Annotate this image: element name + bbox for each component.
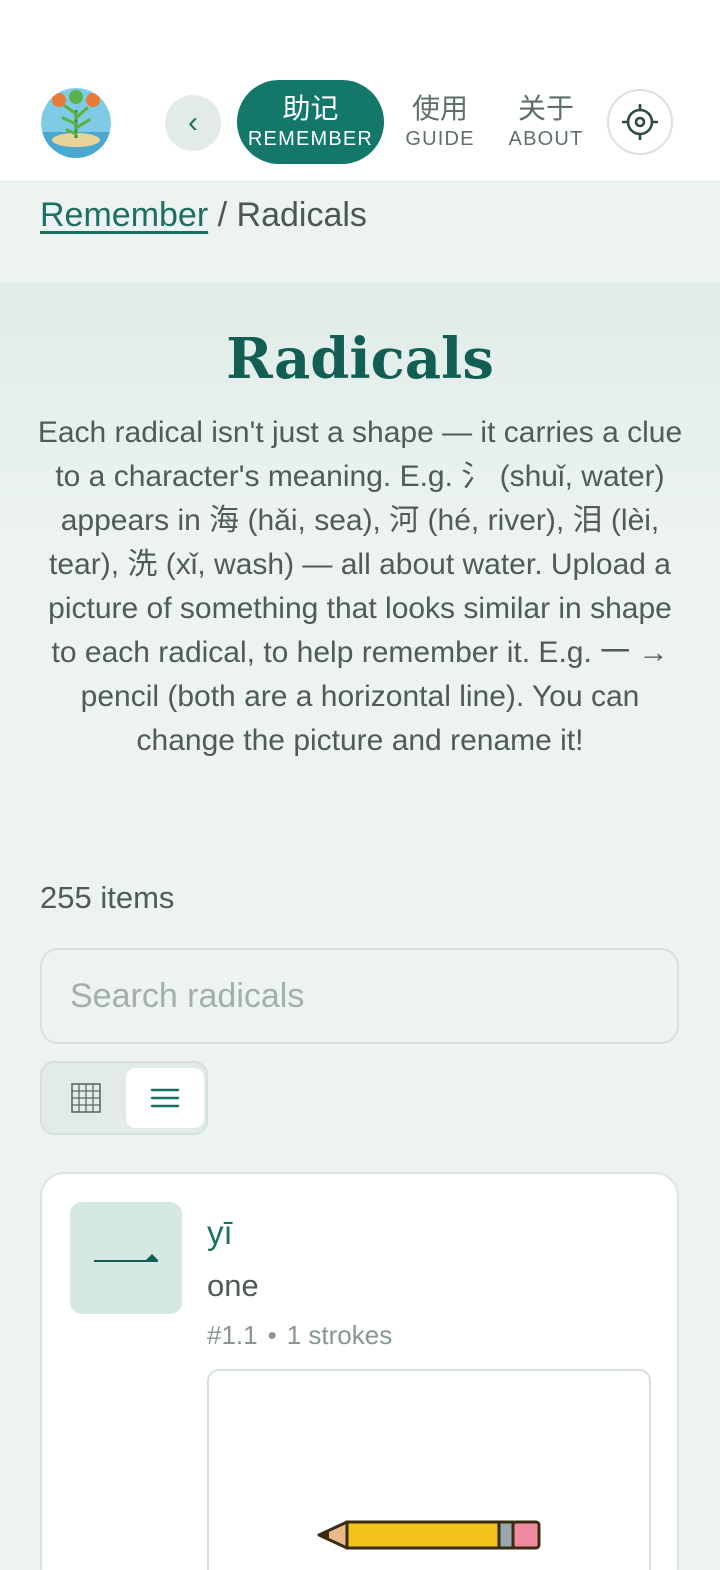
item-count: 255 items: [40, 880, 175, 915]
nav-remember-zh: 助记: [282, 92, 339, 125]
search-input[interactable]: [40, 948, 679, 1044]
pencil-picture: [317, 1520, 541, 1550]
nav-guide-zh: 使用: [411, 92, 468, 125]
radical-meta: #1.1 • 1 strokes: [207, 1320, 392, 1351]
list-view-button[interactable]: [126, 1068, 204, 1128]
radical-number: #1.1: [207, 1320, 258, 1350]
nav-about-zh: 关于: [517, 92, 574, 125]
app-logo[interactable]: [41, 88, 111, 158]
radical-glyph-box: [70, 1202, 182, 1314]
nav-remember-en: REMEMBER: [247, 128, 374, 150]
nav-guide[interactable]: 使用 GUIDE: [398, 80, 482, 164]
radical-pinyin: yī: [207, 1214, 233, 1251]
breadcrumb: Remember / Radicals: [40, 196, 367, 235]
radical-meaning[interactable]: one: [207, 1268, 259, 1304]
top-navigation-bar: ‹ 助记 REMEMBER 使用 GUIDE 关于 ABOUT: [0, 0, 720, 182]
page-title: Radicals: [226, 326, 494, 392]
breadcrumb-link-remember[interactable]: Remember: [40, 196, 208, 234]
intro-text: Each radical isn't just a shape — it car…: [37, 416, 683, 757]
radical-yi-glyph: [94, 1254, 158, 1262]
back-button[interactable]: ‹: [165, 95, 221, 151]
radical-picture[interactable]: [207, 1369, 651, 1570]
nav-about[interactable]: 关于 ABOUT: [500, 80, 592, 164]
grid-icon: [71, 1083, 101, 1113]
list-icon: [150, 1088, 180, 1108]
gear-icon: [622, 104, 658, 140]
radical-card[interactable]: yī one #1.1 • 1 strokes: [40, 1172, 679, 1570]
view-toggle: [40, 1061, 208, 1135]
breadcrumb-current: Radicals: [236, 196, 367, 234]
meta-separator: •: [267, 1320, 277, 1350]
breadcrumb-separator: /: [208, 196, 237, 234]
chevron-left-icon: ‹: [188, 106, 198, 139]
nav-guide-en: GUIDE: [405, 128, 475, 150]
nav-about-en: ABOUT: [508, 128, 584, 150]
grid-view-button[interactable]: [52, 1068, 120, 1128]
radical-strokes: 1 strokes: [286, 1320, 393, 1350]
settings-button[interactable]: [607, 89, 673, 155]
nav-remember[interactable]: 助记 REMEMBER: [237, 80, 384, 164]
